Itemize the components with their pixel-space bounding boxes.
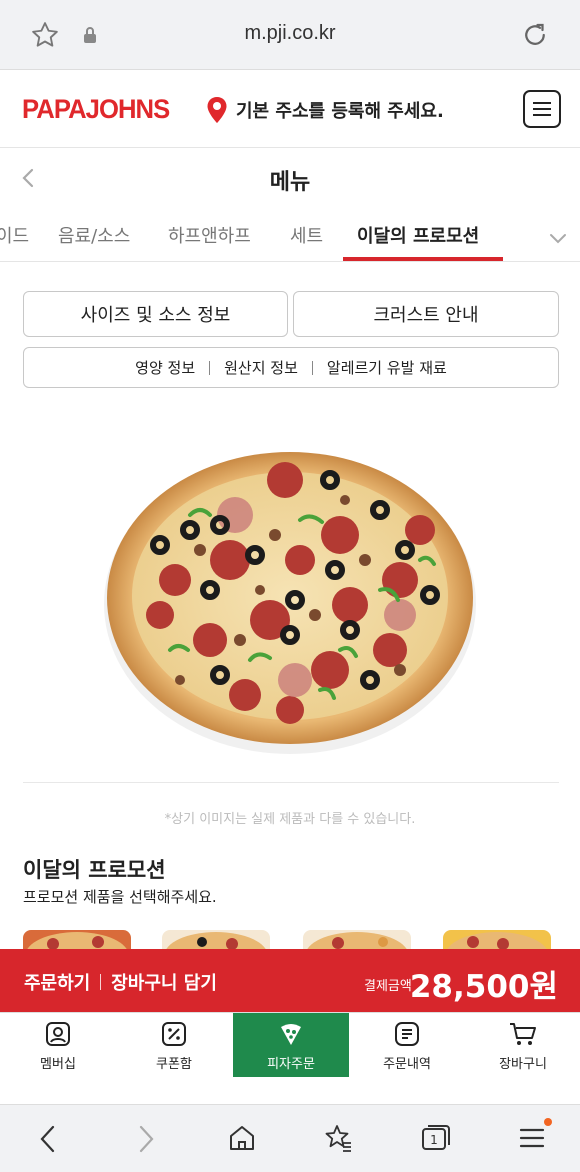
reload-icon[interactable] bbox=[520, 20, 550, 54]
membership-icon bbox=[46, 1022, 70, 1046]
promotion-section-subtitle: 프로모션 제품을 선택해주세요. bbox=[23, 888, 217, 906]
nav-order-history[interactable]: 주문내역 bbox=[349, 1013, 465, 1079]
address-selector[interactable]: 기본 주소를 등록해 주세요. bbox=[206, 96, 444, 124]
papajohns-logo[interactable]: PAPAJOHNS bbox=[22, 94, 170, 125]
hamburger-menu-icon[interactable] bbox=[523, 90, 561, 128]
browser-url-bar: m.pji.co.kr bbox=[0, 0, 580, 70]
nav-label: 피자주문 bbox=[267, 1057, 315, 1072]
nav-pizza-order[interactable]: 피자주문 bbox=[233, 1013, 349, 1077]
notification-dot bbox=[544, 1118, 552, 1126]
tab-count: 1 bbox=[430, 1133, 438, 1147]
pizza-slice-icon bbox=[281, 1024, 301, 1045]
tab-half-and-half[interactable]: 하프앤하프 bbox=[168, 222, 251, 248]
add-to-cart-button[interactable]: 장바구니 담기 bbox=[111, 969, 217, 995]
promotion-section-title: 이달의 프로모션 bbox=[23, 858, 166, 882]
site-header: PAPAJOHNS 기본 주소를 등록해 주세요. bbox=[0, 70, 580, 148]
payment-amount: 28,500원 bbox=[409, 969, 558, 1005]
location-pin-icon bbox=[207, 97, 227, 123]
browser-bookmarks-icon[interactable] bbox=[323, 1123, 353, 1157]
browser-menu-icon[interactable] bbox=[518, 1123, 546, 1157]
browser-bottom-bar: 1 bbox=[0, 1104, 580, 1172]
active-tab-indicator bbox=[343, 257, 503, 261]
coupon-icon bbox=[162, 1022, 186, 1046]
image-disclaimer: *상기 이미지는 실제 제품과 다를 수 있습니다. bbox=[164, 812, 416, 827]
browser-home-icon[interactable] bbox=[228, 1123, 256, 1157]
order-history-icon bbox=[395, 1022, 419, 1046]
payment-amount-label: 결제금액 bbox=[364, 979, 412, 994]
order-button[interactable]: 주문하기 bbox=[24, 969, 90, 995]
divider bbox=[209, 360, 211, 375]
tab-side[interactable]: 이드 bbox=[0, 222, 29, 248]
nav-label: 주문내역 bbox=[383, 1057, 431, 1072]
page-title: 메뉴 bbox=[269, 170, 311, 195]
crust-guide-button[interactable]: 크러스트 안내 bbox=[293, 291, 559, 337]
cart-icon bbox=[510, 1023, 536, 1045]
category-tabs: 이드 음료/소스 하프앤하프 세트 이달의 프로모션 bbox=[0, 208, 580, 262]
address-prompt: 기본 주소를 등록해 주세요. bbox=[236, 101, 444, 122]
bottom-nav: 멤버십 쿠폰함 피자주문 주문내역 장바구니 bbox=[0, 1012, 580, 1104]
browser-back-icon[interactable] bbox=[36, 1123, 60, 1159]
url-text[interactable]: m.pji.co.kr bbox=[0, 22, 580, 45]
browser-forward-icon[interactable] bbox=[134, 1123, 158, 1159]
size-sauce-info-button[interactable]: 사이즈 및 소스 정보 bbox=[23, 291, 288, 337]
info-links-row: 영양 정보 원산지 정보 알레르기 유발 재료 bbox=[23, 347, 559, 388]
nav-membership[interactable]: 멤버십 bbox=[0, 1013, 116, 1079]
order-actions: 주문하기 장바구니 담기 bbox=[24, 969, 217, 995]
allergy-info-link[interactable]: 알레르기 유발 재료 bbox=[327, 357, 447, 378]
order-bar: 주문하기 장바구니 담기 결제금액 28,500원 bbox=[0, 949, 580, 1012]
tabs-expand-chevron-icon[interactable] bbox=[536, 218, 580, 258]
divider bbox=[311, 360, 313, 375]
divider bbox=[23, 782, 559, 783]
nav-label: 쿠폰함 bbox=[156, 1057, 192, 1072]
pizza-image bbox=[100, 440, 480, 760]
divider bbox=[100, 974, 102, 990]
nav-label: 멤버십 bbox=[40, 1057, 76, 1072]
nav-coupons[interactable]: 쿠폰함 bbox=[116, 1013, 232, 1079]
nutrition-info-link[interactable]: 영양 정보 bbox=[135, 357, 195, 378]
nav-cart[interactable]: 장바구니 bbox=[465, 1013, 580, 1079]
tab-set[interactable]: 세트 bbox=[290, 222, 323, 248]
tab-monthly-promotion[interactable]: 이달의 프로모션 bbox=[357, 222, 479, 248]
nav-label: 장바구니 bbox=[499, 1057, 547, 1072]
page-title-bar: 메뉴 bbox=[0, 148, 580, 208]
browser-tabs-icon[interactable]: 1 bbox=[419, 1123, 451, 1157]
origin-info-link[interactable]: 원산지 정보 bbox=[224, 357, 298, 378]
tab-drinks-sauce[interactable]: 음료/소스 bbox=[58, 222, 130, 248]
